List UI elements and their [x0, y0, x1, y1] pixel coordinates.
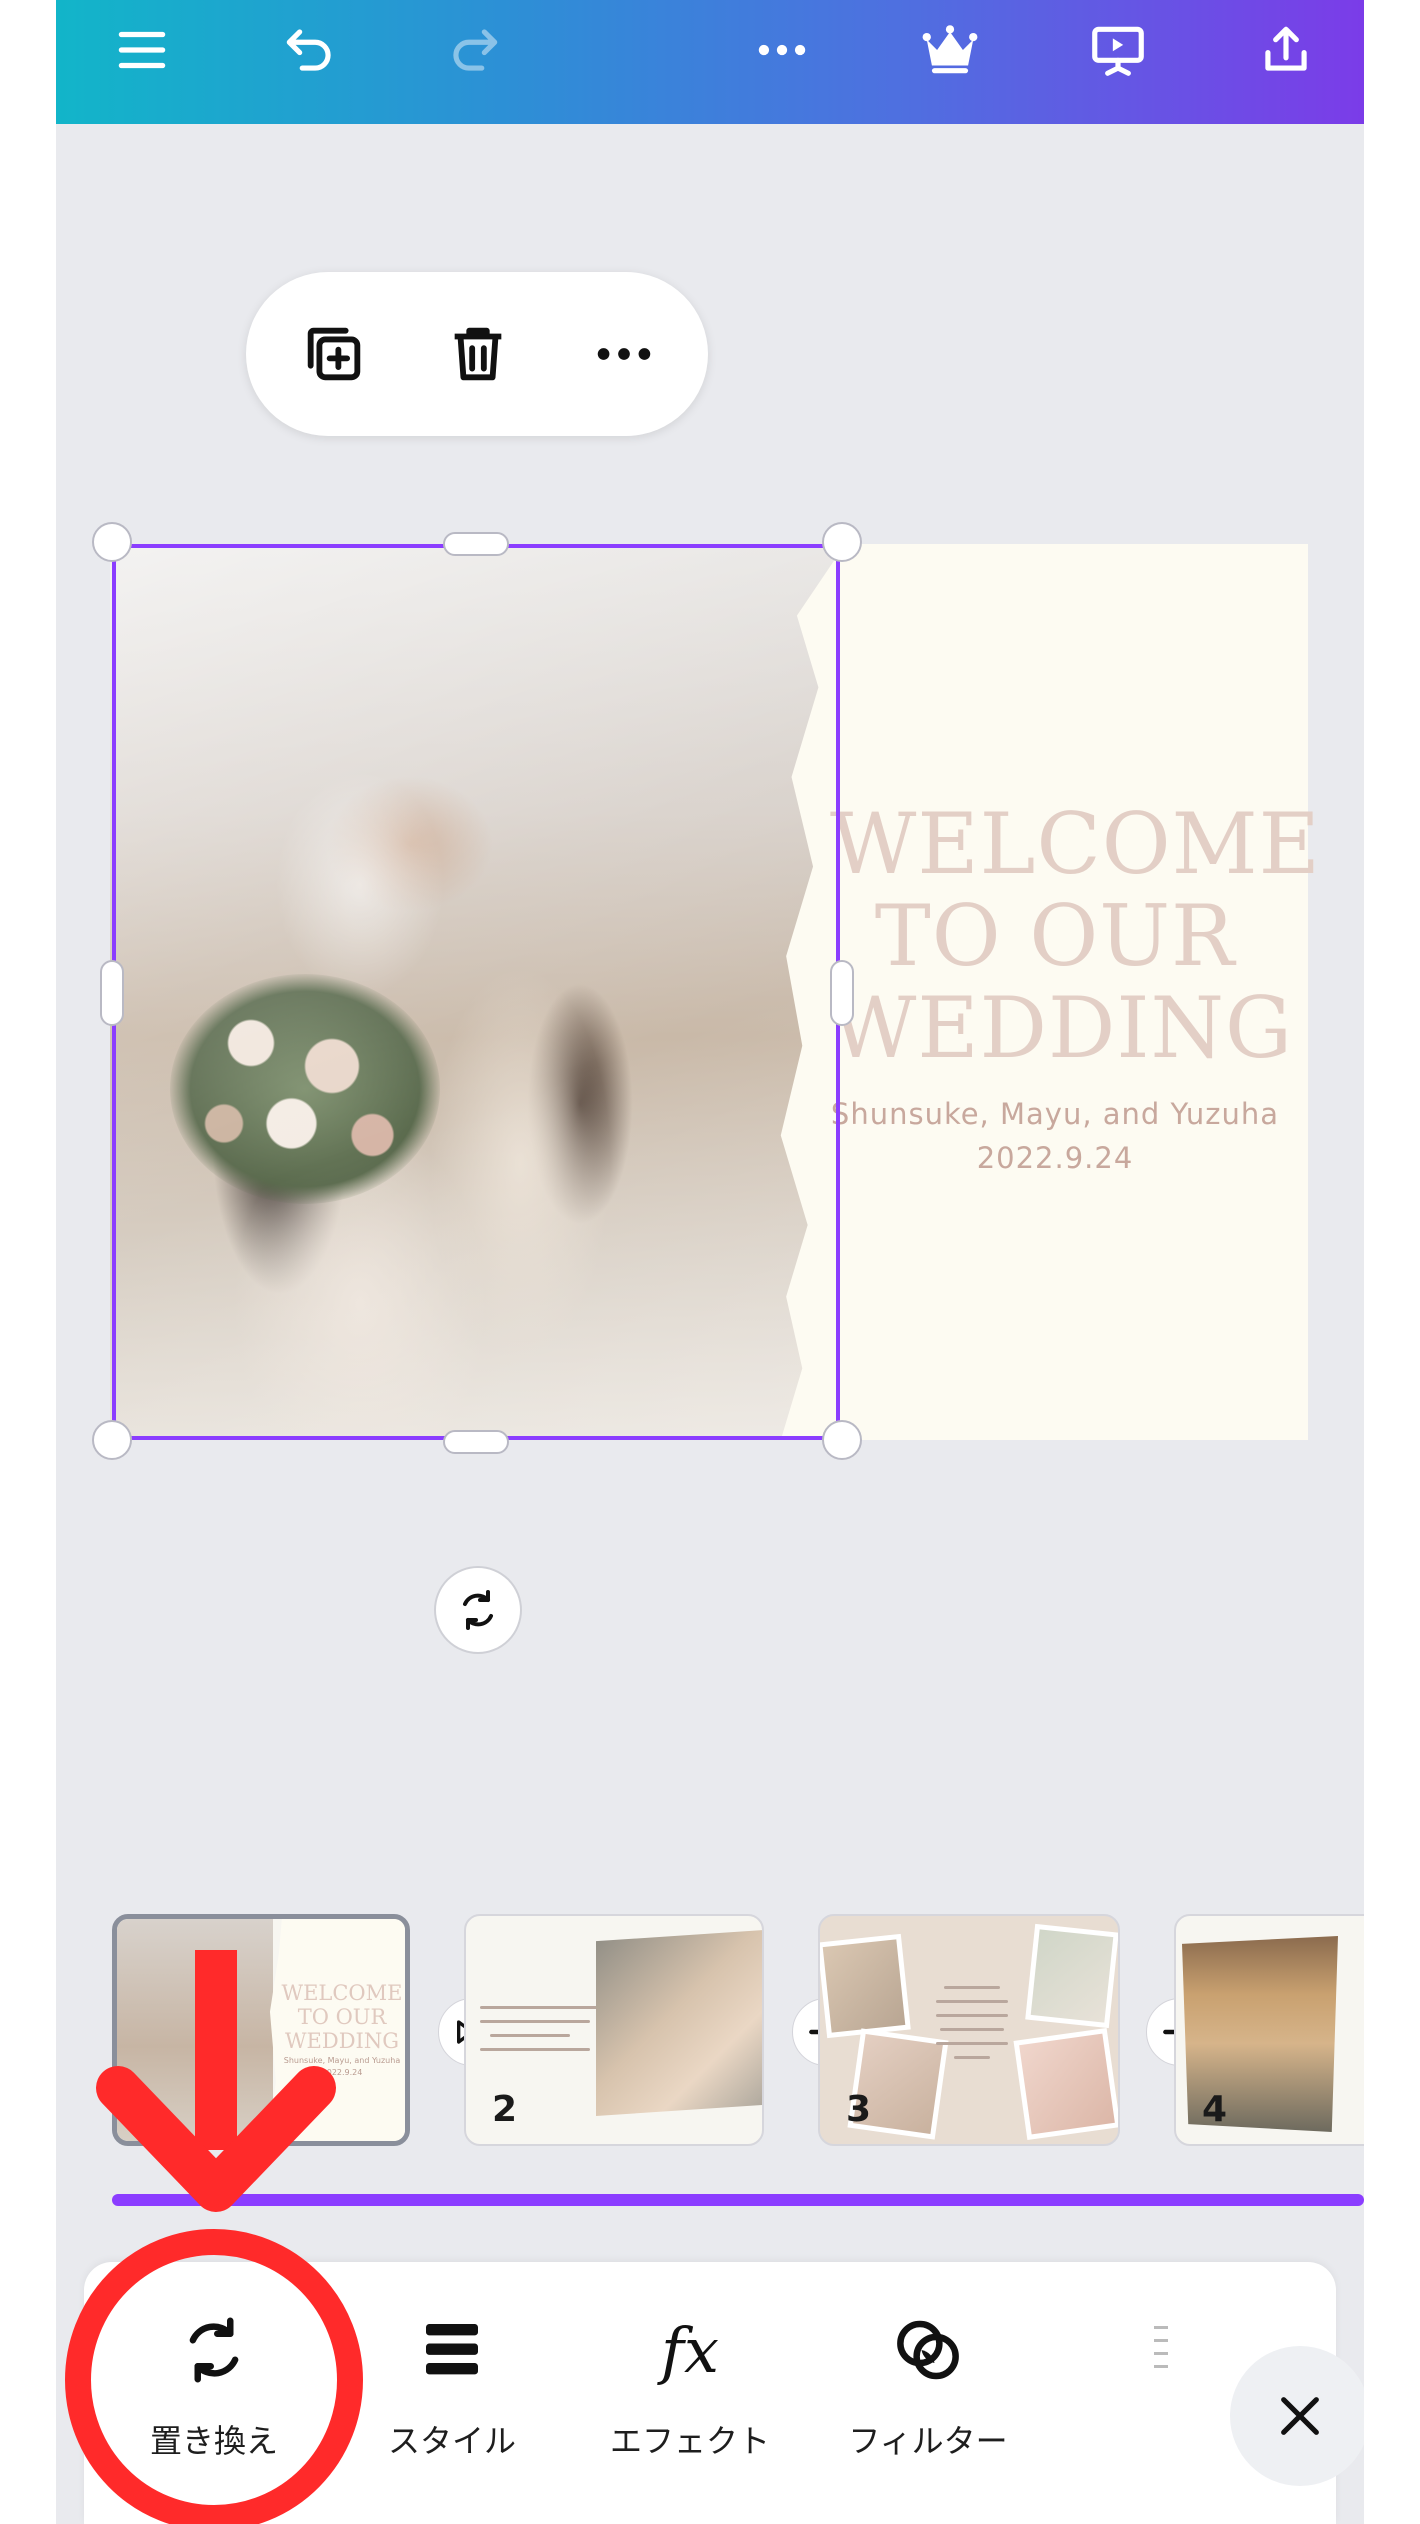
thumb-polaroid: [1013, 2027, 1118, 2141]
resize-handle-bottom-right[interactable]: [822, 1420, 862, 1460]
replace-button[interactable]: 置き換え: [104, 2302, 324, 2482]
style-label: スタイル: [387, 2422, 516, 2460]
more-icon[interactable]: [744, 12, 820, 88]
close-icon: [1281, 2397, 1319, 2435]
present-icon[interactable]: [1080, 12, 1156, 88]
share-icon[interactable]: [1248, 12, 1324, 88]
style-icon: [342, 2302, 562, 2398]
page-thumbnail-3[interactable]: 3: [818, 1914, 1120, 2146]
thumb-title: WELCOME TO OUR WEDDING: [281, 1981, 403, 2053]
date-line: 2022.9.24: [976, 1141, 1134, 1175]
close-tools-button[interactable]: [1230, 2346, 1364, 2486]
style-button[interactable]: スタイル: [342, 2302, 562, 2482]
element-context-toolbar: [246, 272, 708, 436]
thumb-polaroid: [1025, 1923, 1118, 2029]
effects-label: エフェクト: [609, 2422, 770, 2460]
selection-frame: [112, 544, 840, 1440]
crown-icon[interactable]: [912, 12, 988, 88]
scroll-progress-bar: [112, 2194, 1364, 2206]
thumb-subtitle: Shunsuke, Mayu, and Yuzuha 2022.9.24: [273, 2055, 405, 2079]
rotate-icon: [463, 1590, 493, 1630]
resize-handle-right[interactable]: [830, 960, 854, 1026]
resize-handle-top[interactable]: [443, 532, 509, 556]
replace-label: 置き換え: [149, 2422, 278, 2460]
top-toolbar: [56, 0, 1364, 124]
resize-handle-bottom[interactable]: [443, 1430, 509, 1454]
undo-icon[interactable]: [272, 12, 348, 88]
editor-app: WELCOME TO OUR WEDDING Shunsuke, Mayu, a…: [56, 0, 1364, 2524]
image-tools-sheet: 置き換え スタイル fx エフェクト フィルター: [84, 2262, 1336, 2524]
thumb-polaroid: [820, 1933, 911, 2039]
resize-handle-top-left[interactable]: [92, 522, 132, 562]
redo-icon[interactable]: [436, 12, 512, 88]
resize-handle-bottom-left[interactable]: [92, 1420, 132, 1460]
effects-icon: fx: [661, 2313, 719, 2387]
page-thumbnail-1[interactable]: WELCOME TO OUR WEDDING Shunsuke, Mayu, a…: [112, 1914, 410, 2146]
resize-handle-top-right[interactable]: [822, 522, 862, 562]
thumb-family-photo: [596, 1930, 762, 2116]
names-line: Shunsuke, Mayu, and Yuzuha: [830, 1097, 1280, 1131]
trash-icon[interactable]: [438, 314, 518, 394]
menu-icon[interactable]: [104, 12, 180, 88]
page-thumbnail-2[interactable]: 2: [464, 1914, 764, 2146]
more-icon[interactable]: [584, 314, 664, 394]
filter-icon: [818, 2302, 1038, 2398]
page-number: 3: [846, 2089, 872, 2130]
effects-button[interactable]: fx エフェクト: [580, 2302, 800, 2482]
couple-names[interactable]: Shunsuke, Mayu, and Yuzuha 2022.9.24: [810, 1092, 1300, 1180]
welcome-heading[interactable]: WELCOME TO OUR WEDDING: [830, 798, 1320, 1074]
page-number: 2: [492, 2089, 518, 2130]
filter-button[interactable]: フィルター: [818, 2302, 1038, 2482]
duplicate-icon[interactable]: [294, 314, 374, 394]
more-tools-cut-icon[interactable]: [1154, 2326, 1168, 2406]
page-number: 4: [1202, 2089, 1228, 2130]
thumb-names: Shunsuke, Mayu, and Yuzuha: [283, 2056, 401, 2065]
rotate-button[interactable]: [434, 1566, 522, 1654]
resize-handle-left[interactable]: [100, 960, 124, 1026]
filter-label: フィルター: [848, 2422, 1008, 2460]
thumb-photo: [117, 1919, 273, 2141]
page-thumbnail-4[interactable]: 4: [1174, 1914, 1364, 2146]
replace-icon: [104, 2302, 324, 2398]
thumb-date: 2022.9.24: [321, 2068, 363, 2077]
